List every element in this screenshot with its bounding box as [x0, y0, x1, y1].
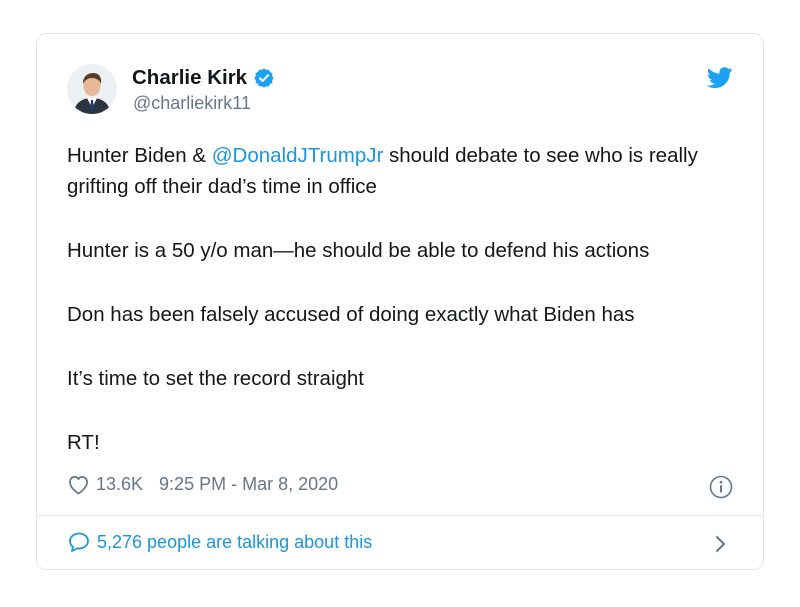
verified-badge-icon: [254, 68, 274, 88]
tweet-paragraph-4: It’s time to set the record straight: [67, 367, 364, 390]
conversation-link[interactable]: 5,276 people are talking about this: [67, 530, 372, 554]
divider: [37, 515, 763, 516]
like-count[interactable]: 13.6K: [96, 474, 143, 495]
author-name-row[interactable]: Charlie Kirk: [132, 66, 275, 90]
tweet-text-prefix: Hunter Biden &: [67, 144, 212, 167]
mention-link[interactable]: @DonaldJTrumpJr: [212, 144, 384, 167]
twitter-bird-icon[interactable]: [707, 67, 733, 89]
tweet-meta: 13.6K 9:25 PM - Mar 8, 2020: [67, 474, 338, 495]
tweet-text: Hunter Biden & @DonaldJTrumpJr should de…: [67, 140, 743, 458]
info-icon[interactable]: [709, 475, 733, 499]
heart-icon[interactable]: [67, 474, 90, 495]
tweet-card[interactable]: Charlie Kirk @charliekirk11 Hunter Biden…: [36, 33, 764, 570]
tweet-paragraph-5: RT!: [67, 431, 100, 454]
tweet-timestamp[interactable]: 9:25 PM - Mar 8, 2020: [159, 474, 338, 495]
author-handle[interactable]: @charliekirk11: [133, 93, 251, 114]
tweet-paragraph-1: Hunter Biden & @DonaldJTrumpJr should de…: [67, 140, 743, 202]
avatar[interactable]: [67, 64, 117, 114]
tweet-paragraph-3: Don has been falsely accused of doing ex…: [67, 303, 635, 326]
tweet-paragraph-2: Hunter is a 50 y/o man—he should be able…: [67, 239, 650, 262]
avatar-image: [67, 64, 117, 114]
author-name[interactable]: Charlie Kirk: [132, 66, 247, 90]
conversation-count[interactable]: 5,276 people are talking about this: [97, 532, 372, 553]
chevron-right-icon[interactable]: [713, 534, 727, 554]
speech-bubble-icon: [69, 532, 89, 552]
